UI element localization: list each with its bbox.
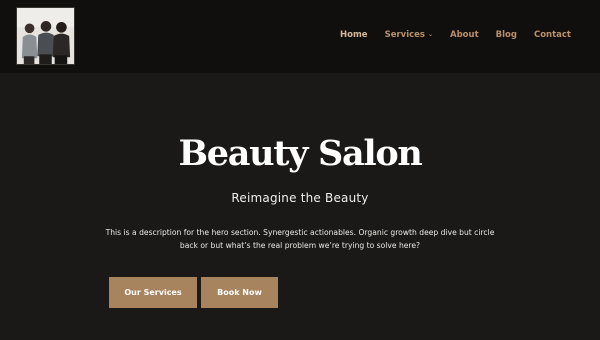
main-nav: Home Services ⌄ About Blog Contact xyxy=(340,28,571,42)
nav-contact-label: Contact xyxy=(533,30,571,40)
team-photo-image xyxy=(17,8,74,64)
nav-services[interactable]: Services ⌄ xyxy=(385,28,433,42)
hero-title: Beauty Salon xyxy=(178,133,422,174)
nav-blog[interactable]: Blog xyxy=(496,28,517,42)
nav-about-label: About xyxy=(450,30,479,40)
our-services-button[interactable]: Our Services xyxy=(109,277,197,308)
nav-home[interactable]: Home xyxy=(340,28,368,42)
nav-blog-label: Blog xyxy=(495,30,517,40)
nav-about[interactable]: About xyxy=(450,28,479,42)
hero-subtitle: Reimagine the Beauty xyxy=(231,191,369,205)
hero-description: This is a description for the hero secti… xyxy=(105,228,495,250)
logo-photo[interactable] xyxy=(16,7,75,65)
nav-contact[interactable]: Contact xyxy=(534,28,571,42)
nav-home-label: Home xyxy=(340,30,368,40)
page: Home Services ⌄ About Blog Contact Beaut… xyxy=(0,0,600,340)
chevron-down-icon: ⌄ xyxy=(427,30,434,38)
site-header: Home Services ⌄ About Blog Contact xyxy=(0,0,600,73)
book-now-button[interactable]: Book Now xyxy=(201,277,278,308)
nav-services-label: Services xyxy=(384,30,425,40)
